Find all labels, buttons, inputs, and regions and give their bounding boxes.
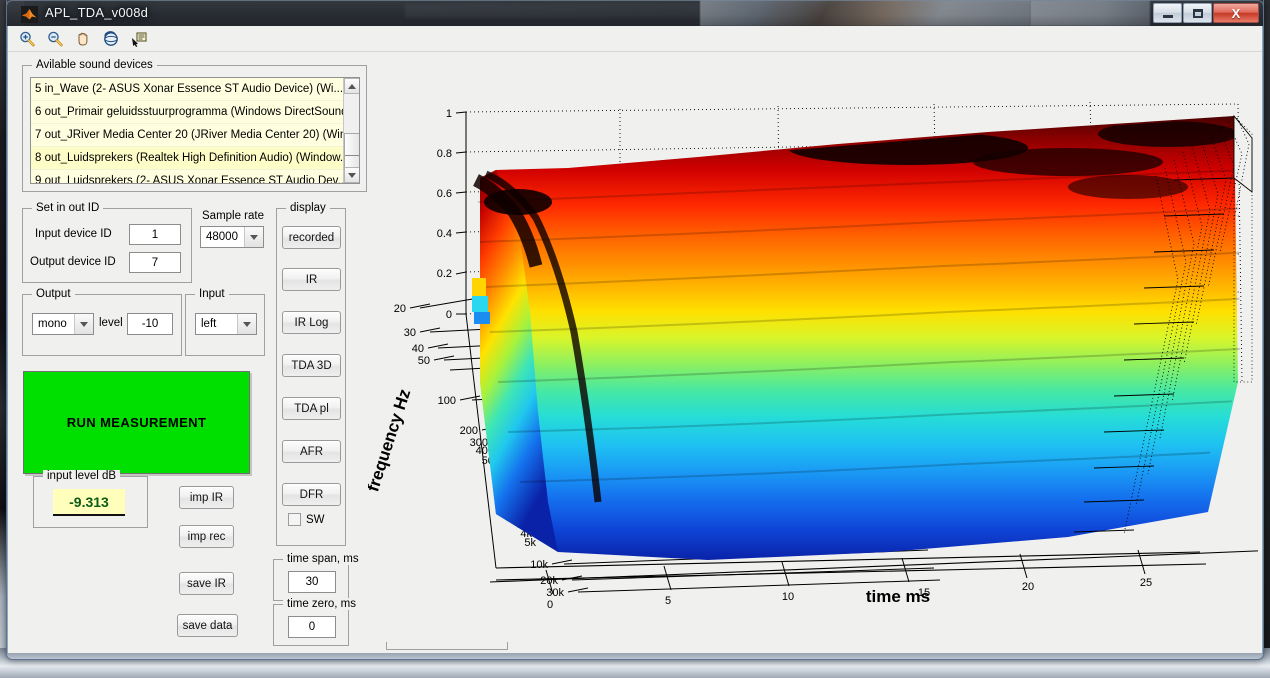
time-span-title: time span, ms — [283, 553, 363, 565]
display-button-ir[interactable]: IR — [282, 268, 341, 291]
zoom-out-icon[interactable] — [44, 28, 66, 49]
screen: APL_TDA_v008d X Avilable sound devices 5… — [0, 0, 1270, 678]
output-level-label: level — [99, 317, 123, 329]
sample-rate-label: Sample rate — [202, 210, 265, 222]
chevron-down-icon — [244, 227, 263, 247]
input-level-panel: input level dB -9.313 — [33, 470, 148, 528]
freq-tick-label: 30k — [546, 587, 564, 599]
chevron-up-icon — [348, 83, 356, 89]
imp-rec-button[interactable]: imp rec — [179, 525, 234, 548]
listbox-scrollbar[interactable] — [343, 78, 359, 183]
output-panel-title: Output — [32, 288, 75, 300]
chevron-down-icon — [237, 314, 256, 334]
input-panel: Input left — [185, 288, 265, 356]
pan-icon[interactable] — [72, 28, 94, 49]
time-tick-label: 5 — [665, 595, 671, 607]
scroll-down-button[interactable] — [344, 167, 359, 183]
z-tick-label: 0.6 — [437, 188, 452, 200]
z-tick-label: 0 — [446, 309, 452, 321]
display-button-tda-3d[interactable]: TDA 3D — [282, 354, 341, 377]
display-button-tda-pl[interactable]: TDA pl — [282, 397, 341, 420]
freq-tick-label: 40 — [412, 343, 424, 355]
list-item[interactable]: 6 out_Primair geluidsstuurprogramma (Win… — [31, 101, 359, 124]
list-item-selected[interactable]: 8 out_Luidsprekers (Realtek High Definit… — [31, 147, 359, 170]
data-cursor-icon[interactable] — [128, 28, 150, 49]
input-channel-value: left — [201, 318, 217, 330]
output-panel: Output mono level -10 — [22, 288, 182, 356]
scroll-up-button[interactable] — [344, 78, 359, 94]
freq-tick-label: 20 — [394, 303, 406, 315]
output-mode-dropdown[interactable]: mono — [32, 313, 94, 335]
set-in-out-title: Set in out ID — [32, 202, 104, 214]
display-button-ir-log[interactable]: IR Log — [282, 311, 341, 334]
rotate-3d-icon[interactable] — [100, 28, 122, 49]
list-item[interactable]: 7 out_JRiver Media Center 20 (JRiver Med… — [31, 124, 359, 147]
freq-tick-label: 30 — [404, 327, 416, 339]
chevron-down-icon — [348, 172, 356, 178]
client-area: Avilable sound devices 5 in_Wave (2- ASU… — [7, 26, 1263, 653]
display-button-afr[interactable]: AFR — [282, 440, 341, 463]
z-tick-label: 1 — [446, 108, 452, 120]
list-item[interactable]: 9 out_Luidsprekers (2- ASUS Xonar Essenc… — [31, 170, 359, 183]
time-tick-label: 10 — [782, 591, 794, 603]
available-sound-devices-panel: Avilable sound devices 5 in_Wave (2- ASU… — [22, 59, 367, 192]
sw-checkbox-label: SW — [306, 513, 325, 526]
time-zero-field[interactable]: 0 — [288, 616, 336, 638]
input-device-id-field[interactable]: 1 — [129, 224, 181, 245]
input-level-title: input level dB — [43, 470, 121, 482]
output-level-field[interactable]: -10 — [127, 313, 173, 335]
time-span-field[interactable]: 30 — [288, 571, 336, 593]
freq-tick-label: 5k — [524, 537, 536, 549]
set-in-out-id-panel: Set in out ID Input device ID 1 Output d… — [22, 202, 192, 283]
time-zero-panel: time zero, ms 0 — [273, 598, 361, 646]
devices-panel-title: Avilable sound devices — [32, 59, 157, 71]
checkbox-icon — [288, 513, 301, 526]
input-level-value: -9.313 — [53, 489, 125, 516]
save-ir-button[interactable]: save IR — [179, 572, 234, 595]
figure-toolbar — [8, 26, 1262, 52]
save-data-button[interactable]: save data — [177, 614, 238, 637]
tda-3d-axes[interactable]: 0 0.2 0.4 0.6 0.8 1 20 30 40 50 100 200 … — [368, 82, 1258, 642]
freq-tick-label: 100 — [438, 395, 456, 407]
chevron-down-icon — [74, 314, 93, 334]
sw-checkbox[interactable]: SW — [288, 513, 325, 526]
run-measurement-button[interactable]: RUN MEASUREMENT — [23, 371, 250, 474]
time-tick-label: 20 — [1022, 581, 1034, 593]
time-axis-label: time ms — [866, 587, 930, 606]
imp-ir-button[interactable]: imp IR — [179, 486, 234, 509]
freq-tick-label: 200 — [460, 425, 478, 437]
list-item[interactable]: 5 in_Wave (2- ASUS Xonar Essence ST Audi… — [31, 78, 359, 101]
freq-tick-label: 10k — [530, 559, 548, 571]
input-device-id-label: Input device ID — [35, 228, 112, 240]
output-device-id-label: Output device ID — [30, 256, 116, 268]
time-zero-title: time zero, ms — [283, 598, 361, 610]
output-device-id-field[interactable]: 7 — [129, 252, 181, 273]
tda-3d-surface-plot[interactable]: 0 0.2 0.4 0.6 0.8 1 20 30 40 50 100 200 … — [368, 82, 1258, 642]
display-button-recorded[interactable]: recorded — [282, 226, 341, 249]
output-mode-value: mono — [38, 318, 67, 330]
zoom-in-icon[interactable] — [16, 28, 38, 49]
display-panel: display recorded IR IR Log TDA 3D TDA pl… — [276, 202, 346, 546]
sample-rate-dropdown[interactable]: 48000 — [200, 226, 264, 248]
time-tick-label: 25 — [1140, 577, 1152, 589]
sample-rate-value: 48000 — [206, 231, 238, 243]
z-tick-label: 0.4 — [437, 228, 452, 240]
display-button-dfr[interactable]: DFR — [282, 483, 341, 506]
sound-devices-listbox[interactable]: 5 in_Wave (2- ASUS Xonar Essence ST Audi… — [30, 77, 360, 184]
input-panel-title: Input — [195, 288, 229, 300]
z-tick-label: 0.2 — [437, 268, 452, 280]
freq-tick-label: 50 — [418, 355, 430, 367]
input-channel-dropdown[interactable]: left — [195, 313, 257, 335]
display-panel-title: display — [286, 202, 330, 214]
time-tick-label: 0 — [547, 599, 553, 611]
z-tick-label: 0.8 — [437, 148, 452, 160]
time-span-panel: time span, ms 30 — [273, 553, 363, 601]
